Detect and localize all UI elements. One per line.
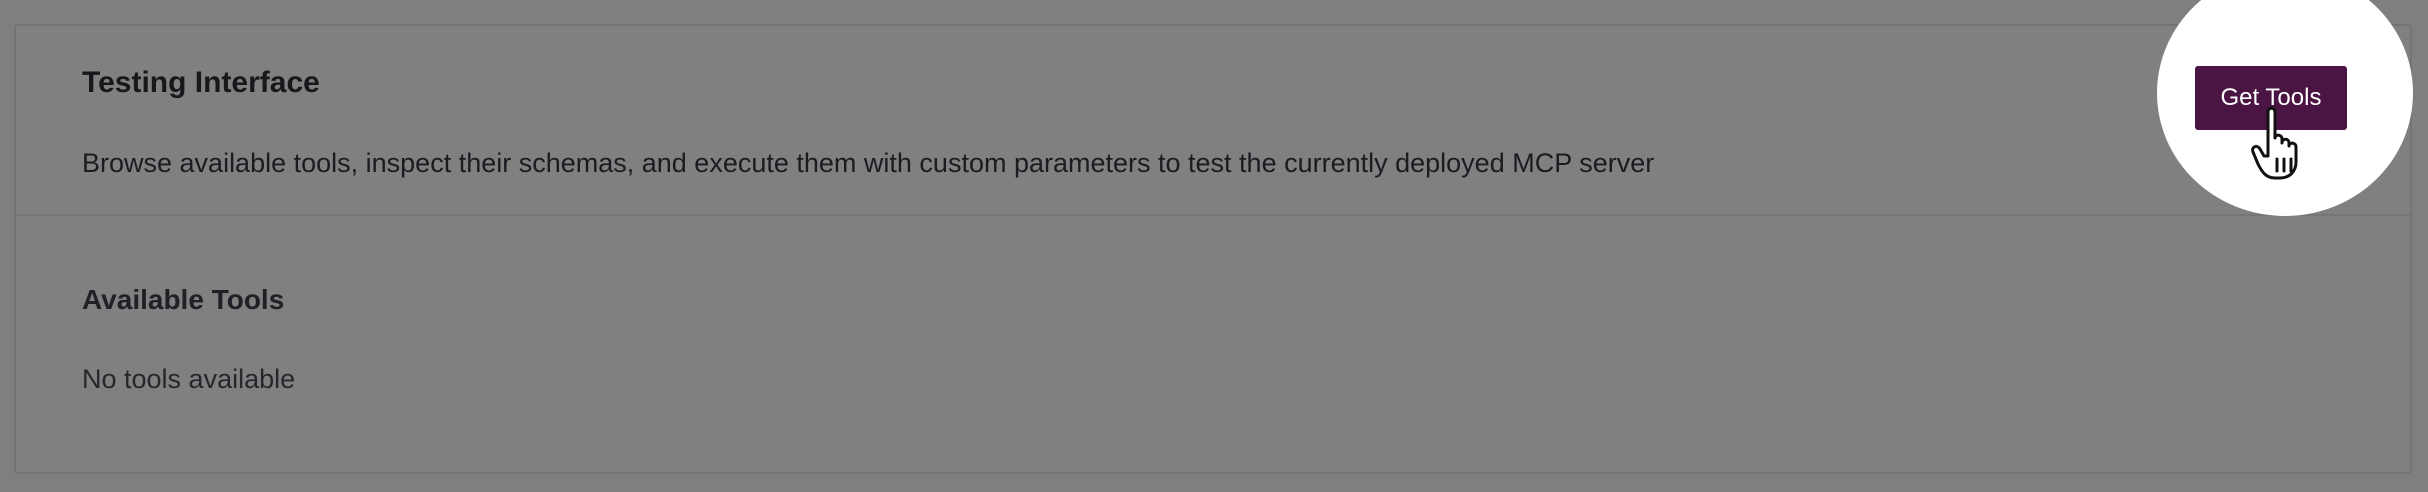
empty-tools-message: No tools available	[82, 364, 296, 394]
page-title: Testing Interface	[82, 66, 320, 99]
page: Testing Interface Browse available tools…	[0, 0, 2428, 492]
testing-card: Testing Interface Browse available tools…	[14, 24, 2412, 474]
get-tools-button[interactable]: Get Tools	[2195, 66, 2347, 130]
card-header: Testing Interface Browse available tools…	[16, 26, 2410, 216]
page-description: Browse available tools, inspect their sc…	[82, 148, 1655, 178]
available-tools-heading: Available Tools	[82, 284, 285, 315]
